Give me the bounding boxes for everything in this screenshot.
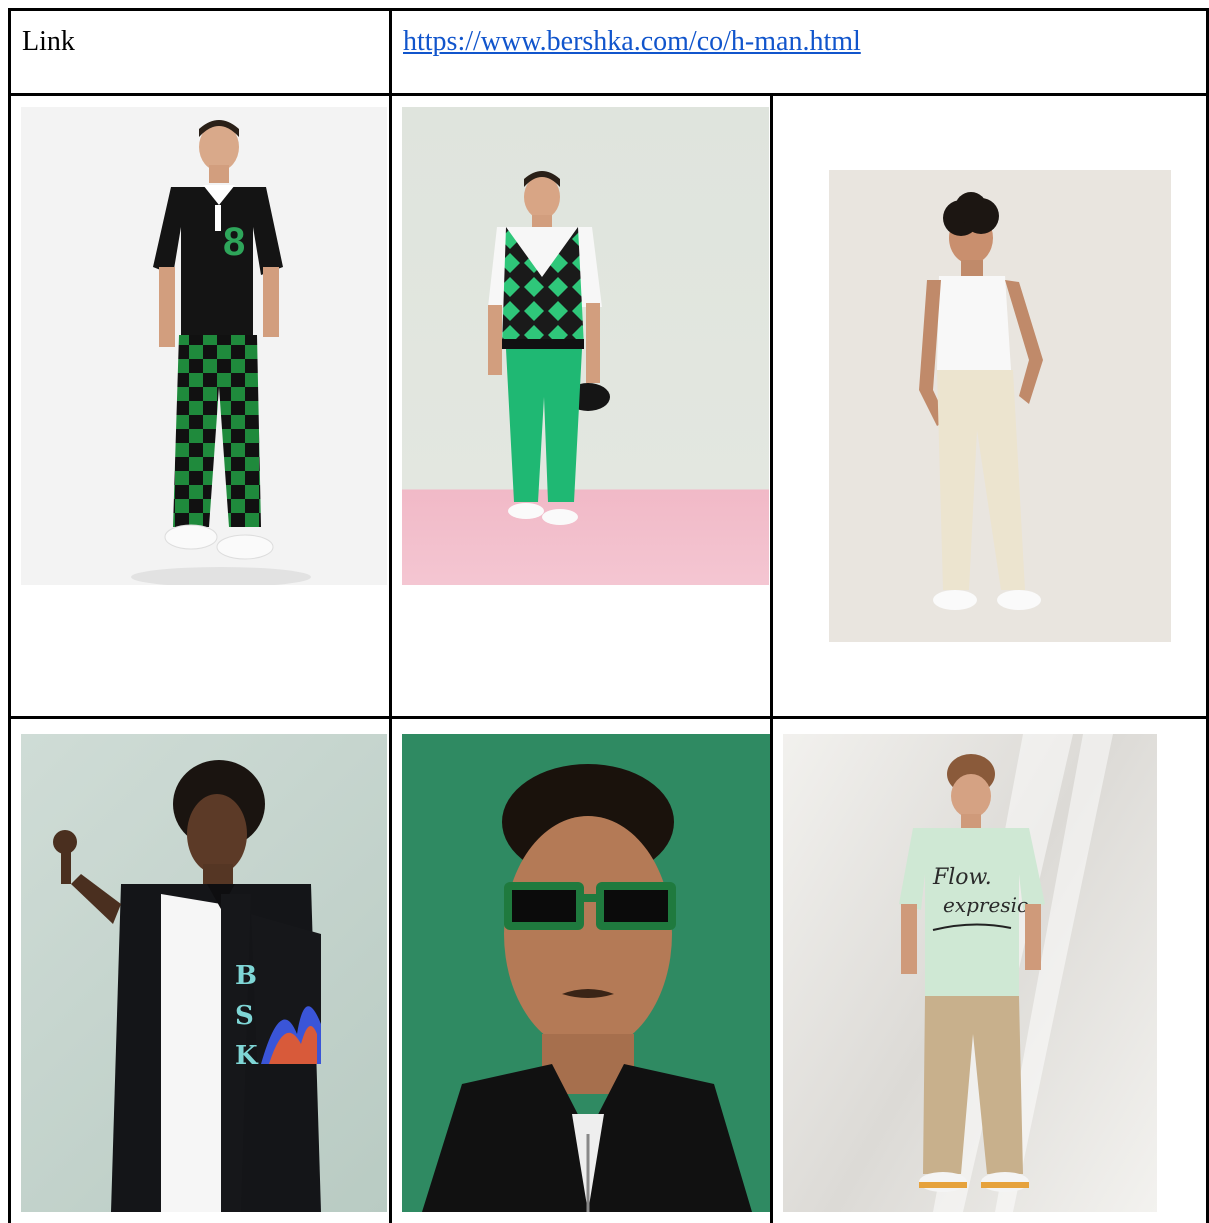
table-col-divider-2: [770, 93, 773, 1223]
svg-text:S: S: [235, 1001, 254, 1031]
table-border-left: [8, 8, 11, 1223]
model-graphic-tee-photo: Flow. expresio: [783, 734, 1157, 1212]
model-argyle-vest-photo: [402, 107, 769, 585]
svg-text:Flow.: Flow.: [932, 865, 992, 890]
table-col-divider-1: [389, 8, 392, 1223]
svg-text:B: B: [235, 961, 257, 991]
table-border-top: [8, 8, 1209, 11]
link-label: Link: [22, 26, 75, 57]
svg-text:8: 8: [223, 220, 245, 264]
model-sunglasses-portrait-photo: [402, 734, 770, 1212]
model-black-shirt-photo: B S K: [21, 734, 387, 1212]
bershka-link[interactable]: https://www.bershka.com/co/h-man.html: [403, 26, 861, 58]
table-row-divider-1: [8, 93, 1209, 96]
svg-text:expresio: expresio: [943, 893, 1029, 917]
svg-text:K: K: [235, 1041, 259, 1071]
table-row-divider-2: [8, 716, 1209, 719]
model-checkered-pants-photo: 8: [21, 107, 387, 585]
model-tank-top-photo: [829, 170, 1171, 642]
